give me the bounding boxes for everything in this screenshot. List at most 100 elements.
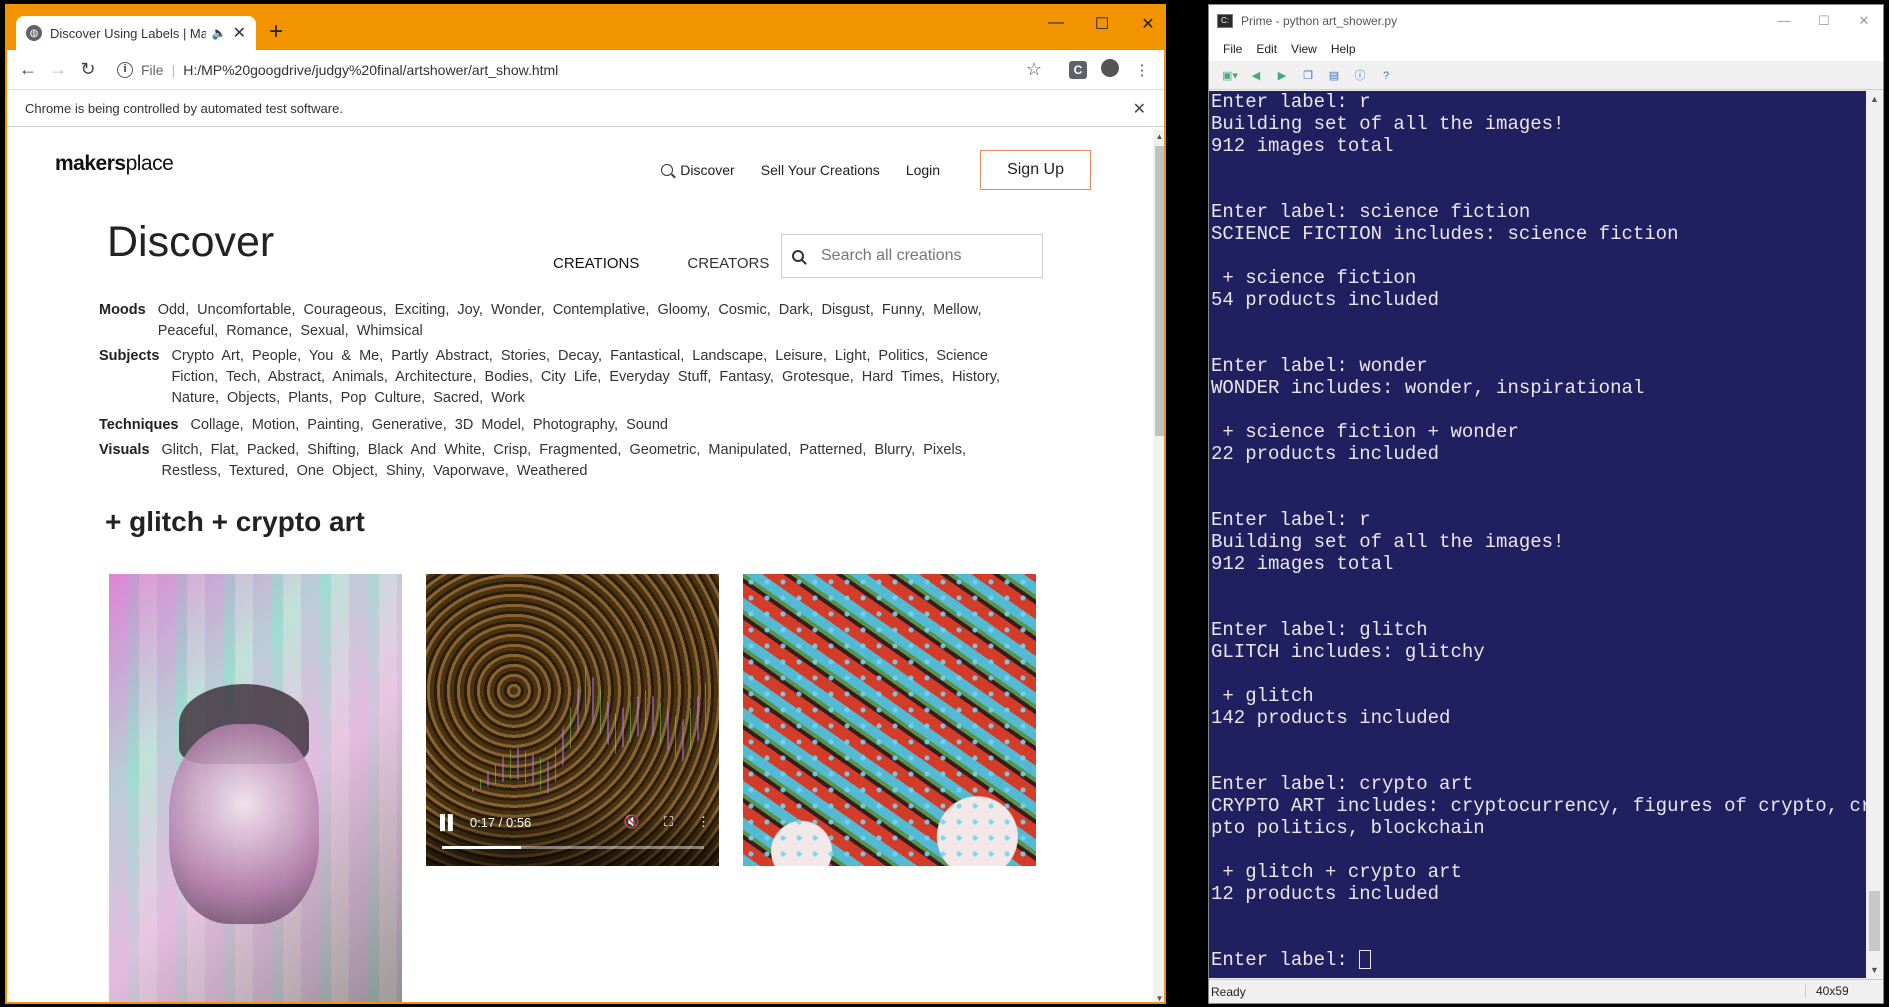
back-icon[interactable]: ← [13, 59, 43, 80]
next-tab-icon[interactable]: ▶ [1273, 69, 1291, 83]
browser-window: ◍ Discover Using Labels | Mak 🔈 ✕ + — ☐ … [5, 4, 1166, 1004]
terminal-line: Enter label: glitch [1211, 619, 1428, 641]
video-progress-bar[interactable] [442, 846, 704, 849]
terminal-output[interactable]: Enter label: r Building set of all the im… [1209, 91, 1866, 978]
maximize-button[interactable]: ☐ [1804, 13, 1844, 29]
scroll-down-icon[interactable]: ▼ [1866, 962, 1883, 978]
close-tab-icon[interactable]: ✕ [233, 23, 246, 43]
url-scheme-label: File [141, 61, 164, 78]
search-icon [661, 164, 674, 176]
scroll-up-icon[interactable]: ▲ [1866, 91, 1883, 107]
nav-discover[interactable]: Discover [661, 162, 735, 178]
terminal-line: 54 products included [1211, 289, 1440, 311]
terminal-line: Enter label: r [1211, 509, 1371, 531]
artwork-tile[interactable] [109, 574, 402, 1002]
profile-icon[interactable] [1094, 58, 1126, 81]
search-input[interactable] [821, 247, 1021, 265]
new-tab-button[interactable]: + [269, 20, 283, 44]
new-tab-icon[interactable]: ▣▾ [1221, 69, 1239, 83]
facet-values[interactable]: Collage, Motion, Painting, Generative, 3… [191, 415, 669, 436]
nav-login[interactable]: Login [906, 162, 940, 178]
terminal-line: + glitch [1211, 685, 1314, 707]
page-scrollbar[interactable]: ▲ ▼ [1153, 130, 1164, 1002]
artwork-tile[interactable] [743, 574, 1036, 866]
extension-icon[interactable]: C [1062, 60, 1094, 79]
close-infobar-icon[interactable]: ✕ [1133, 99, 1146, 119]
bookmark-star-icon[interactable]: ☆ [1026, 59, 1042, 80]
muted-speaker-icon[interactable]: 🔇 [624, 814, 640, 830]
terminal-line: 142 products included [1211, 707, 1451, 729]
tab-creators[interactable]: CREATORS [687, 255, 769, 272]
site-logo[interactable]: makersplace [55, 152, 174, 176]
minimize-button[interactable]: — [1764, 13, 1804, 28]
menu-help[interactable]: Help [1331, 42, 1356, 56]
console-titlebar: C: Prime - python art_shower.py — ☐ ✕ [1209, 5, 1883, 37]
nav-sell[interactable]: Sell Your Creations [761, 162, 880, 178]
terminal-line: + science fiction [1211, 267, 1417, 289]
close-window-button[interactable]: ✕ [1844, 13, 1884, 29]
terminal-line: pto politics, blockchain [1211, 817, 1485, 839]
scroll-up-icon[interactable]: ▲ [1153, 130, 1164, 144]
terminal-line: + glitch + crypto art [1211, 861, 1462, 883]
menu-edit[interactable]: Edit [1256, 42, 1277, 56]
terminal-line: GLITCH includes: glitchy [1211, 641, 1485, 663]
tab-creations[interactable]: CREATIONS [553, 255, 639, 272]
url-text[interactable]: H:/MP%20googdrive/judgy%20final/artshowe… [183, 62, 1026, 78]
site-header: makersplace Discover Sell Your Creations… [7, 130, 1153, 200]
menu-view[interactable]: View [1291, 42, 1317, 56]
menu-kebab-icon[interactable]: ⋮ [1126, 61, 1158, 79]
facet-values[interactable]: Crypto Art, People, You & Me, Partly Abs… [171, 346, 1041, 409]
help-icon[interactable]: ? [1377, 69, 1395, 83]
facet-techniques: Techniques Collage, Motion, Painting, Ge… [99, 415, 1059, 436]
console-menubar: File Edit View Help [1209, 37, 1883, 61]
automation-infobar: Chrome is being controlled by automated … [7, 91, 1164, 127]
info-icon[interactable]: ⓘ [1351, 69, 1369, 83]
prev-tab-icon[interactable]: ◀ [1247, 69, 1265, 83]
console-dimensions: 40x59 [1805, 984, 1865, 998]
maximize-button[interactable]: ☐ [1087, 14, 1117, 34]
terminal-line: + science fiction + wonder [1211, 421, 1519, 443]
scroll-down-icon[interactable]: ▼ [1153, 992, 1164, 1002]
facet-values[interactable]: Glitch, Flat, Packed, Shifting, Black An… [162, 440, 1032, 482]
close-window-button[interactable]: ✕ [1133, 14, 1163, 34]
signup-button[interactable]: Sign Up [980, 150, 1091, 190]
scrollbar-thumb[interactable] [1869, 891, 1880, 951]
artwork-video-tile[interactable]: ▌▌ 0:17 / 0:56 🔇 ⛶ ⋮ [426, 574, 719, 866]
menu-file[interactable]: File [1223, 42, 1242, 56]
speaker-icon[interactable]: 🔈 [212, 26, 227, 40]
text-cursor [1359, 950, 1372, 970]
forward-icon[interactable]: → [43, 59, 73, 80]
facet-values[interactable]: Odd, Uncomfortable, Courageous, Exciting… [158, 300, 1028, 342]
info-icon[interactable]: i [117, 61, 133, 78]
terminal-line: 912 images total [1211, 553, 1394, 575]
url-separator: | [171, 61, 176, 78]
scrollbar-thumb[interactable] [1155, 146, 1164, 436]
console-scrollbar[interactable]: ▲ ▼ [1866, 91, 1883, 978]
tab-strip: ◍ Discover Using Labels | Mak 🔈 ✕ + — ☐ … [7, 6, 1164, 50]
terminal-line: Building set of all the images! [1211, 113, 1565, 135]
status-text: Ready [1211, 984, 1246, 999]
terminal-line: SCIENCE FICTION includes: science fictio… [1211, 223, 1679, 245]
minimize-button[interactable]: — [1041, 14, 1071, 32]
more-options-icon[interactable]: ⋮ [697, 814, 710, 830]
facet-visuals: Visuals Glitch, Flat, Packed, Shifting, … [99, 440, 1059, 482]
copy-icon[interactable]: ❐ [1299, 69, 1317, 83]
terminal-prompt-line[interactable]: Enter label: [1211, 949, 1866, 971]
pause-icon[interactable]: ▌▌ [440, 814, 458, 830]
reload-icon[interactable]: ↻ [73, 59, 103, 80]
terminal-lines: Enter label: r Building set of all the im… [1211, 91, 1866, 949]
console-window: C: Prime - python art_shower.py — ☐ ✕ Fi… [1208, 4, 1884, 1004]
fullscreen-icon[interactable]: ⛶ [664, 814, 673, 830]
address-bar[interactable]: i File | H:/MP%20googdrive/judgy%20final… [109, 55, 1056, 85]
paste-icon[interactable]: ▤ [1325, 69, 1343, 83]
artwork-detail [743, 574, 1036, 866]
search-box[interactable] [781, 234, 1043, 278]
browser-tab[interactable]: ◍ Discover Using Labels | Mak 🔈 ✕ [16, 16, 256, 50]
